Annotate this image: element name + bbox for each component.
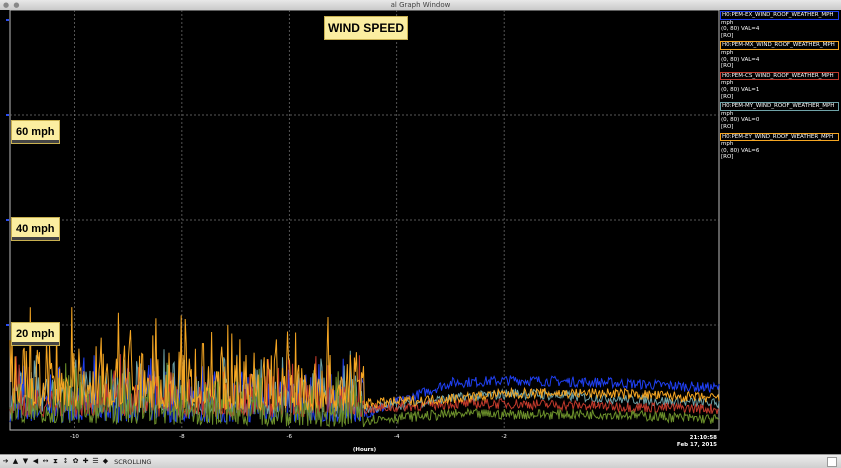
window-title: al Graph Window bbox=[390, 1, 451, 9]
add-icon[interactable]: ✚ bbox=[81, 457, 90, 466]
y-label-60: 60 mph bbox=[11, 120, 60, 144]
arrow-right-icon[interactable]: ➔ bbox=[1, 457, 10, 466]
x-tick-label: -4 bbox=[394, 434, 400, 440]
legend-item[interactable]: H0:PEM-EX_WIND_ROOF_WEATHER_MPH mph (0, … bbox=[720, 11, 839, 39]
y-tick-mark bbox=[6, 19, 9, 21]
y-tick-mark bbox=[6, 324, 9, 326]
x-tick-label: -8 bbox=[179, 434, 185, 440]
legend-units: mph bbox=[721, 49, 734, 56]
x-axis-label: (Hours) bbox=[353, 447, 377, 453]
legend-series-name: H0:PEM-MX_WIND_ROOF_WEATHER_MPH bbox=[720, 41, 839, 50]
legend-range: (0, 80) VAL=0 bbox=[721, 117, 760, 124]
hourglass-icon[interactable]: ⧗ bbox=[51, 457, 60, 466]
legend-units: mph bbox=[721, 110, 734, 117]
y-tick-mark bbox=[6, 219, 9, 221]
legend-item[interactable]: H0:PEM-CS_WIND_ROOF_WEATHER_MPH mph (0, … bbox=[720, 71, 839, 100]
legend-series-name: H0:PEM-MY_WIND_ROOF_WEATHER_MPH bbox=[720, 102, 839, 111]
y-tick-mark bbox=[6, 114, 9, 116]
timestamp-label: 21:10:58 bbox=[690, 435, 718, 441]
chart-svg[interactable]: -10 -8 -6 -4 -2 (Hours) 21:10:58Feb 17, 2015 bbox=[0, 10, 841, 454]
cursor-icon[interactable]: ◆ bbox=[101, 457, 110, 466]
legend: H0:PEM-EX_WIND_ROOF_WEATHER_MPH mph (0, … bbox=[720, 11, 839, 163]
legend-range: (0, 80) VAL=6 bbox=[721, 147, 760, 154]
legend-mode: [RO] bbox=[721, 32, 734, 39]
arrow-left-icon[interactable]: ◀ bbox=[31, 457, 40, 466]
bottom-toolbar: ➔ ▲ ▼ ◀ ↔ ⧗ ↕ ✿ ✚ ☰ ◆ SCROLLING bbox=[0, 454, 841, 468]
legend-units: mph bbox=[721, 141, 734, 148]
legend-mode: [RO] bbox=[721, 123, 734, 130]
legend-item[interactable]: H0:PEM-EY_WIND_ROOF_WEATHER_MPH mph (0, … bbox=[720, 132, 839, 161]
legend-mode: [RO] bbox=[721, 154, 734, 161]
legend-item[interactable]: H0:PEM-MX_WIND_ROOF_WEATHER_MPH mph (0, … bbox=[720, 41, 839, 69]
plot-area[interactable]: -10 -8 -6 -4 -2 (Hours) 21:10:58 Feb 17, 2015 W… bbox=[0, 10, 841, 454]
x-tick-label: -2 bbox=[501, 434, 506, 440]
expand-vertical-icon[interactable]: ↕ bbox=[61, 457, 70, 466]
y-label-40: 40 mph bbox=[11, 217, 60, 241]
date-label: Feb 17, 2015 bbox=[677, 442, 717, 448]
expand-horizontal-icon[interactable]: ↔ bbox=[41, 457, 50, 466]
legend-series-name: H0:PEM-CS_WIND_ROOF_WEATHER_MPH bbox=[720, 71, 839, 81]
legend-series-name: H0:PEM-EX_WIND_ROOF_WEATHER_MPH bbox=[720, 11, 839, 20]
y-label-20: 20 mph bbox=[11, 322, 60, 346]
legend-range: (0, 80) VAL=4 bbox=[721, 56, 760, 63]
legend-units: mph bbox=[721, 80, 734, 87]
legend-range: (0, 80) VAL=1 bbox=[721, 86, 760, 93]
list-icon[interactable]: ☰ bbox=[91, 457, 100, 466]
x-tick-label: -6 bbox=[287, 434, 293, 440]
settings-icon[interactable]: ✿ bbox=[71, 457, 80, 466]
legend-item[interactable]: H0:PEM-MY_WIND_ROOF_WEATHER_MPH mph (0, … bbox=[720, 102, 839, 130]
arrow-up-icon[interactable]: ▲ bbox=[11, 457, 20, 466]
arrow-down-icon[interactable]: ▼ bbox=[21, 457, 30, 466]
legend-range: (0, 80) VAL=4 bbox=[721, 26, 760, 33]
legend-series-name: H0:PEM-EY_WIND_ROOF_WEATHER_MPH bbox=[720, 132, 839, 142]
status-text: SCROLLING bbox=[114, 458, 152, 466]
legend-mode: [RO] bbox=[721, 93, 734, 100]
resize-handle[interactable] bbox=[827, 457, 837, 467]
x-tick-label: -10 bbox=[70, 434, 79, 440]
legend-units: mph bbox=[721, 19, 734, 26]
chart-title: WIND SPEED bbox=[324, 16, 408, 40]
legend-mode: [RO] bbox=[721, 63, 734, 70]
